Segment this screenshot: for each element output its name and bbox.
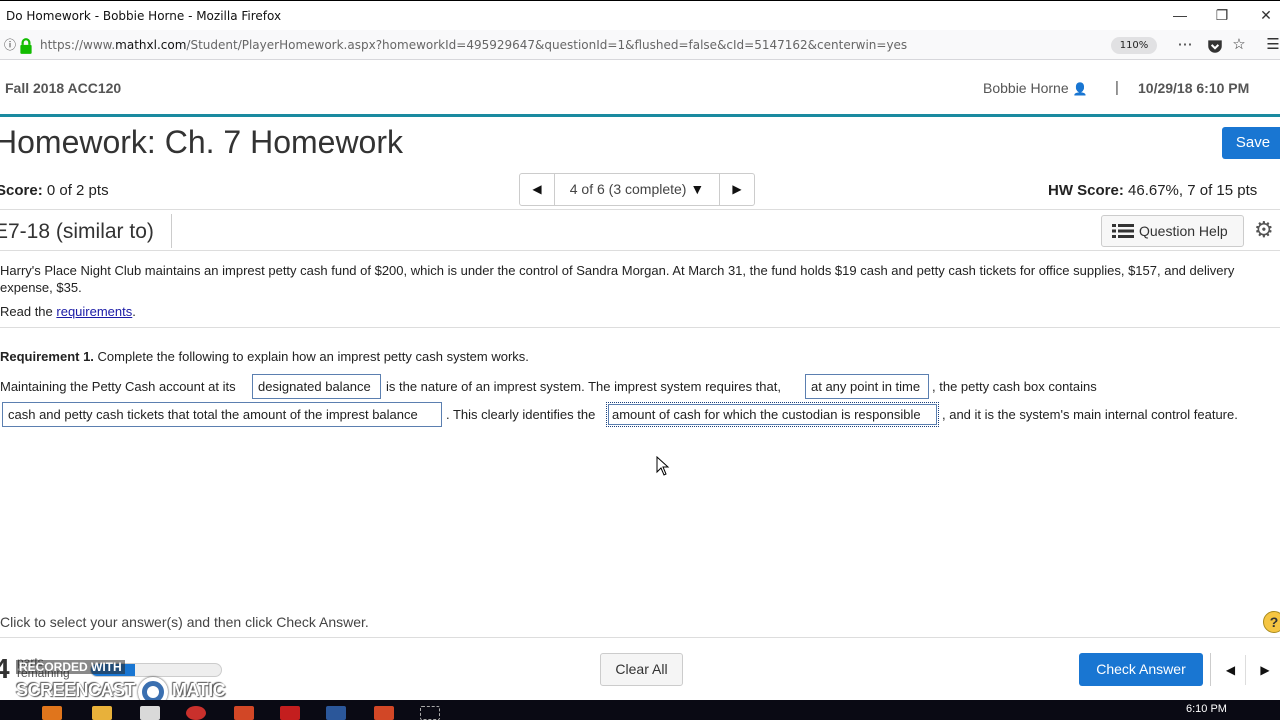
hw-score-value: 46.67%, 7 of 15 pts <box>1128 182 1258 199</box>
read-prefix: Read the <box>0 304 53 319</box>
check-answer-button[interactable]: Check Answer <box>1079 653 1203 686</box>
user-name[interactable]: Bobbie Horne 👤 <box>983 80 1087 96</box>
watermark-top: RECORDED WITH <box>16 660 125 674</box>
score-label: Score: <box>0 182 43 199</box>
answer-dropdown-2[interactable]: at any point in time <box>805 374 929 399</box>
word-taskbar-icon[interactable] <box>326 706 346 720</box>
question-help-button[interactable]: Question Help <box>1101 215 1244 247</box>
menu-icon[interactable]: ☰ <box>1263 36 1280 54</box>
sentence-part-4: . This clearly identifies the <box>446 407 596 422</box>
mouse-cursor-icon <box>656 456 670 476</box>
divider <box>0 327 1280 328</box>
next-question-arrow[interactable]: ▶ <box>1250 655 1280 685</box>
question-help-label: Question Help <box>1139 223 1228 239</box>
triangle-right-icon: ▶ <box>732 182 742 196</box>
footer-hint: Click to select your answer(s) and then … <box>0 614 369 630</box>
more-icon[interactable]: ⋯ <box>1175 36 1195 54</box>
question-id: E7-18 (similar to) <box>0 220 154 243</box>
requirements-link[interactable]: requirements <box>56 304 132 319</box>
requirement-label: Requirement 1. <box>0 349 94 364</box>
pocket-icon[interactable] <box>1205 37 1225 55</box>
user-icon: 👤 <box>1072 82 1088 96</box>
read-requirements: Read the requirements. <box>0 304 136 319</box>
clear-all-button[interactable]: Clear All <box>600 653 683 686</box>
question-select-label: 4 of 6 (3 complete) <box>569 181 687 197</box>
previous-question-button[interactable]: ◀ <box>520 174 555 205</box>
url-path: /Student/PlayerHomework.aspx?homeworkId=… <box>186 38 908 52</box>
hw-score: HW Score: 46.67%, 7 of 15 pts <box>1048 182 1257 199</box>
watermark-right: MATIC <box>172 680 226 700</box>
triangle-left-icon: ◀ <box>532 182 542 196</box>
question-score: Score: 0 of 2 pts <box>0 182 109 199</box>
zoom-level[interactable]: 110% <box>1111 37 1157 54</box>
parts-remaining-count: 4 <box>0 653 10 684</box>
save-button[interactable]: Save <box>1222 127 1280 159</box>
browser-toolbar: ⓘ https://www.mathxl.com/Student/PlayerH… <box>0 30 1280 60</box>
chrome-taskbar-icon[interactable] <box>186 706 206 720</box>
course-header: Fall 2018 ACC120 Bobbie Horne 👤 | 10/29/… <box>0 60 1280 117</box>
divider <box>1210 653 1211 686</box>
list-icon <box>1112 224 1134 238</box>
question-navigator: ◀ 4 of 6 (3 complete) ▼ ▶ <box>519 173 755 206</box>
help-icon[interactable]: ? <box>1263 611 1280 633</box>
header-separator: | <box>1115 79 1119 96</box>
url-prefix: https://www. <box>40 38 116 52</box>
snipping-taskbar-icon[interactable] <box>420 706 440 720</box>
os-taskbar: 6:10 PM <box>0 700 1280 720</box>
app-taskbar-icon[interactable] <box>140 706 160 720</box>
page-title: Homework: Ch. 7 Homework <box>0 124 403 160</box>
problem-statement: Harry's Place Night Club maintains an im… <box>0 263 1235 295</box>
window-title: Do Homework - Bobbie Horne - Mozilla Fir… <box>6 9 282 23</box>
office-taskbar-icon[interactable] <box>374 706 394 720</box>
sentence-part-5: , and it is the system's main internal c… <box>942 407 1238 422</box>
score-row: Score: 0 of 2 pts ◀ 4 of 6 (3 complete) … <box>0 170 1280 210</box>
folder-taskbar-icon[interactable] <box>92 706 112 720</box>
triangle-right-icon: ▶ <box>1260 663 1270 677</box>
lock-icon[interactable] <box>16 37 36 55</box>
acrobat-taskbar-icon[interactable] <box>280 706 300 720</box>
user-label: Bobbie Horne <box>983 80 1069 96</box>
header-datetime: 10/29/18 6:10 PM <box>1138 80 1250 96</box>
read-suffix: . <box>132 304 136 319</box>
watermark-left: SCREENCAST <box>16 680 136 700</box>
url-field[interactable]: https://www.mathxl.com/Student/PlayerHom… <box>40 38 907 52</box>
course-name: Fall 2018 ACC120 <box>5 80 122 96</box>
previous-question-arrow[interactable]: ◀ <box>1216 655 1246 685</box>
question-header: E7-18 (similar to) Question Help ⚙ <box>0 211 1280 251</box>
sentence-part-3: , the petty cash box contains <box>932 379 1097 394</box>
divider <box>171 214 172 248</box>
taskbar-clock: 6:10 PM <box>1186 703 1227 715</box>
firefox-taskbar-icon[interactable] <box>42 706 62 720</box>
bookmark-star-icon[interactable]: ☆ <box>1229 36 1249 54</box>
url-host: mathxl.com <box>115 38 187 52</box>
requirement-heading: Requirement 1. Complete the following to… <box>0 349 529 364</box>
answer-dropdown-1[interactable]: designated balance <box>252 374 381 399</box>
window-titlebar: Do Homework - Bobbie Horne - Mozilla Fir… <box>0 0 1280 30</box>
triangle-left-icon: ◀ <box>1225 663 1236 677</box>
screencast-watermark: RECORDED WITH SCREENCAST MATIC <box>14 660 244 707</box>
score-value: 0 of 2 pts <box>46 182 109 199</box>
question-select[interactable]: 4 of 6 (3 complete) ▼ <box>556 174 718 205</box>
hw-score-label: HW Score: <box>1048 182 1124 199</box>
close-icon[interactable]: ✕ <box>1256 5 1276 25</box>
powerpoint-taskbar-icon[interactable] <box>234 706 254 720</box>
gear-icon[interactable]: ⚙ <box>1254 217 1274 243</box>
sentence-part-1: Maintaining the Petty Cash account at it… <box>0 379 236 394</box>
next-question-button[interactable]: ▶ <box>719 174 754 205</box>
requirement-text: Complete the following to explain how an… <box>97 349 529 364</box>
answer-dropdown-4[interactable]: amount of cash for which the custodian i… <box>606 402 939 427</box>
minimize-icon[interactable]: — <box>1170 5 1190 25</box>
sentence-part-2: is the nature of an imprest system. The … <box>386 379 781 394</box>
answer-dropdown-3[interactable]: cash and petty cash tickets that total t… <box>2 402 442 427</box>
caret-down-icon: ▼ <box>690 181 705 197</box>
restore-icon[interactable]: ❐ <box>1212 5 1232 25</box>
